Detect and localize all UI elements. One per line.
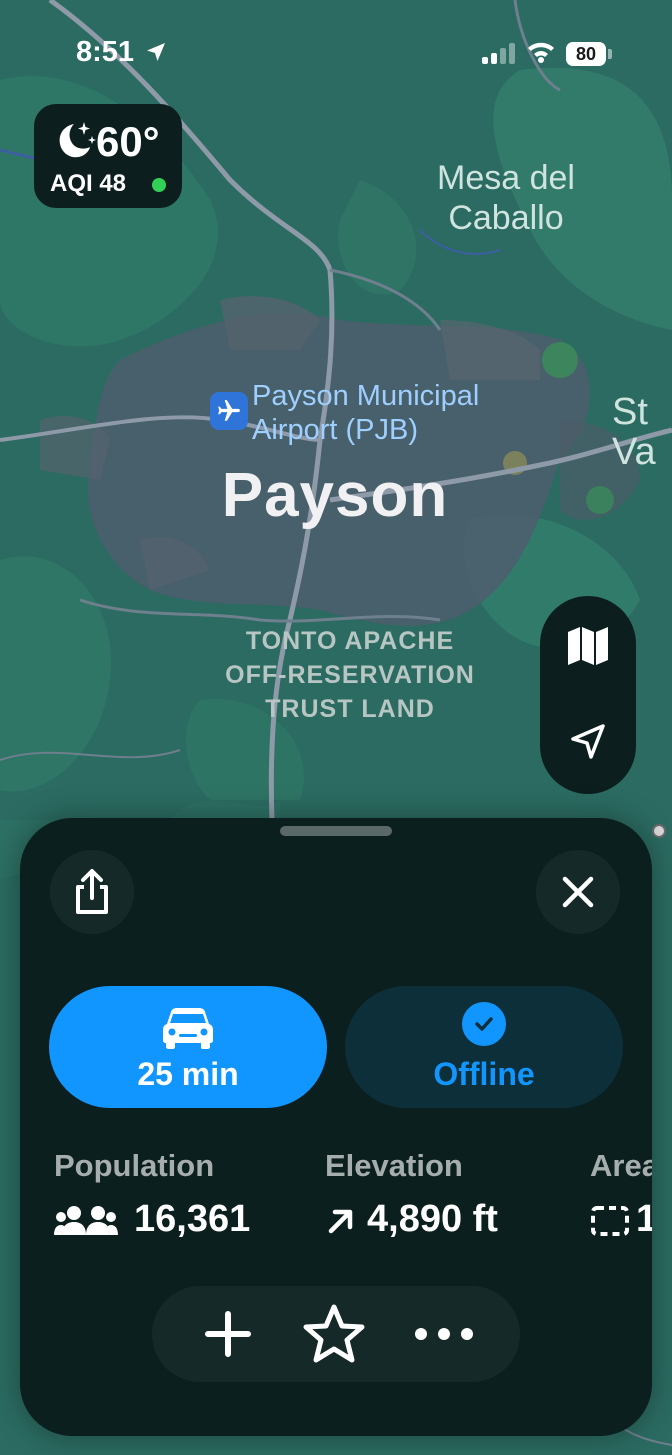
stat-title: Area: [590, 1148, 652, 1183]
close-icon: [562, 876, 594, 908]
plus-icon: [205, 1311, 251, 1357]
aqi-status-dot: [152, 178, 166, 192]
action-bar: [152, 1286, 520, 1382]
arrow-up-right-icon: [325, 1204, 357, 1247]
map-label-city[interactable]: Payson: [180, 458, 490, 534]
battery-nub: [608, 49, 612, 59]
sheet-grabber[interactable]: [280, 826, 392, 836]
map-label-airport[interactable]: Payson Municipal Airport (PJB): [252, 379, 479, 447]
car-icon: [161, 1006, 215, 1055]
stat-value: 16,361: [54, 1198, 250, 1241]
more-button[interactable]: [396, 1286, 492, 1382]
map-label-mesa-del-caballo[interactable]: Mesa del Caballo: [390, 158, 622, 238]
status-bar: 8:51 80: [0, 0, 672, 100]
offline-label: Offline: [433, 1056, 535, 1092]
battery-indicator: 80: [566, 42, 606, 66]
stat-title: Elevation: [325, 1148, 463, 1183]
location-arrow-icon: [144, 40, 168, 69]
stat-population: Population 16,361: [54, 1148, 250, 1240]
star-icon: [303, 1304, 365, 1363]
place-stats: Population 16,361 Elevation 4,890 ft Are…: [20, 1148, 652, 1248]
stat-elevation: Elevation 4,890 ft: [325, 1148, 498, 1240]
stat-value: 1: [590, 1198, 652, 1241]
map-label-edge[interactable]: St Va: [612, 392, 656, 472]
add-button[interactable]: [180, 1286, 276, 1382]
cellular-signal-icon: [482, 42, 515, 64]
airplane-icon[interactable]: [210, 392, 248, 430]
status-time: 8:51: [76, 36, 135, 68]
offline-button[interactable]: Offline: [345, 986, 623, 1108]
current-location-button[interactable]: [540, 694, 636, 790]
stat-area: Area 1: [590, 1148, 652, 1240]
wifi-icon: [526, 40, 556, 69]
place-card-sheet: 25 min Offline Population 16,361 Elevati…: [20, 818, 652, 1436]
map-label-trust-land[interactable]: TONTO APACHE OFF-RESERVATION TRUST LAND: [200, 624, 500, 726]
share-button[interactable]: [50, 850, 134, 934]
directions-button[interactable]: 25 min: [49, 986, 327, 1108]
checkmark-icon: [462, 1002, 506, 1046]
weather-aqi: AQI 48: [50, 170, 127, 197]
map-mode-button[interactable]: [540, 598, 636, 694]
ellipsis-icon: [415, 1328, 473, 1340]
directions-time-label: 25 min: [137, 1056, 239, 1092]
population-value: 16,361: [134, 1198, 251, 1240]
favorite-button[interactable]: [286, 1286, 382, 1382]
stat-title: Population: [54, 1148, 215, 1183]
people-icon: [54, 1204, 118, 1247]
map-icon: [568, 627, 608, 665]
map-controls: [540, 596, 636, 794]
weather-widget[interactable]: 60° AQI 48: [34, 104, 182, 208]
location-arrow-outline-icon: [571, 724, 605, 759]
stat-value: 4,890 ft: [325, 1198, 498, 1241]
weather-temperature: 60°: [96, 118, 160, 165]
close-button[interactable]: [536, 850, 620, 934]
area-icon: [590, 1204, 630, 1247]
area-value: 1: [636, 1198, 652, 1240]
elevation-value: 4,890 ft: [367, 1198, 498, 1240]
moon-stars-icon: [48, 116, 98, 171]
map-poi-dot[interactable]: [652, 824, 666, 838]
share-icon: [76, 869, 108, 914]
